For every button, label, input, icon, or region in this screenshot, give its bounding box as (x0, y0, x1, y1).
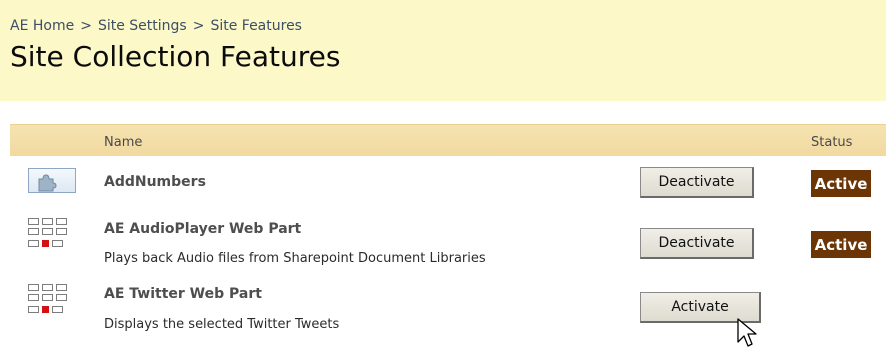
webpart-grid-icon (28, 284, 70, 326)
feature-list-header: Name Status (10, 124, 886, 156)
webpart-grid-icon (28, 218, 70, 260)
feature-name: AddNumbers (104, 174, 206, 190)
feature-row-ae-audioplayer: AE AudioPlayer Web Part Plays back Audio… (10, 212, 886, 274)
breadcrumb-separator: > (192, 18, 205, 34)
deactivate-button[interactable]: Deactivate (640, 167, 754, 198)
status-badge: Active (811, 170, 871, 197)
column-header-name: Name (104, 135, 143, 150)
breadcrumb: AE Home > Site Settings > Site Features (10, 18, 302, 34)
breadcrumb-link-site-settings[interactable]: Site Settings (98, 18, 187, 34)
title-area: AE Home > Site Settings > Site Features Site… (0, 0, 886, 101)
column-header-status: Status (811, 135, 853, 150)
feature-description: Displays the selected Twitter Tweets (104, 317, 340, 332)
feature-name: AE AudioPlayer Web Part (104, 221, 302, 237)
mouse-pointer-icon (737, 318, 757, 347)
puzzle-feature-icon (28, 168, 76, 193)
page-title: Site Collection Features (10, 40, 341, 73)
feature-name: AE Twitter Web Part (104, 286, 262, 302)
breadcrumb-current-site-features: Site Features (210, 18, 302, 34)
breadcrumb-link-ae-home[interactable]: AE Home (10, 18, 74, 34)
feature-row-addnumbers: AddNumbers Deactivate Active (10, 158, 886, 208)
feature-description: Plays back Audio files from Sharepoint D… (104, 251, 486, 266)
status-badge: Active (811, 231, 871, 258)
deactivate-button[interactable]: Deactivate (640, 228, 754, 259)
breadcrumb-separator: > (80, 18, 92, 34)
